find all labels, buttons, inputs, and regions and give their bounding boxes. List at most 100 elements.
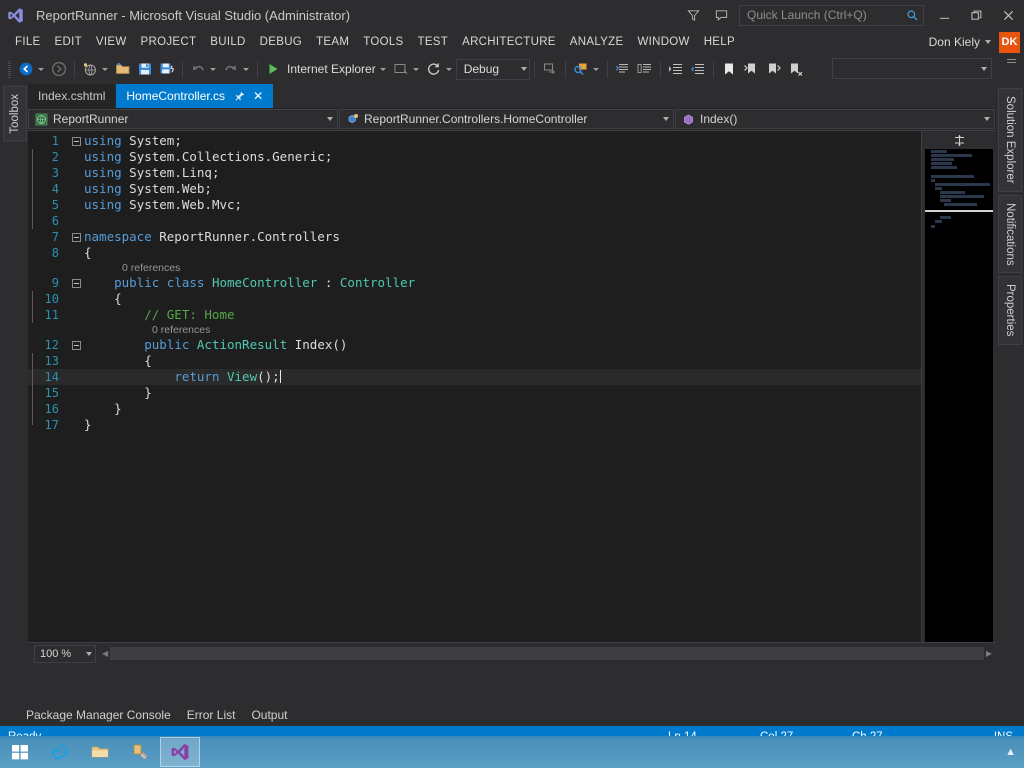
navbar-type-combo[interactable]: ReportRunner.Controllers.HomeController xyxy=(339,109,674,129)
menu-view[interactable]: VIEW xyxy=(89,33,134,51)
code-line[interactable]: 11 // GET: Home xyxy=(28,307,921,323)
restore-button[interactable] xyxy=(960,0,992,30)
fold-collapse-icon[interactable] xyxy=(68,278,84,288)
uncomment-selection-icon[interactable] xyxy=(634,58,656,80)
redo-icon[interactable] xyxy=(220,58,242,80)
menu-debug[interactable]: DEBUG xyxy=(253,33,309,51)
code-line[interactable]: 1 using System; xyxy=(28,133,921,149)
menu-project[interactable]: PROJECT xyxy=(134,33,204,51)
code-line[interactable]: 10 { xyxy=(28,291,921,307)
tab-homecontroller-cs[interactable]: HomeController.cs ✕ xyxy=(116,84,275,108)
quick-launch-input[interactable]: Quick Launch (Ctrl+Q) xyxy=(739,4,924,26)
toolbar-overflow-icon[interactable] xyxy=(1007,59,1016,63)
scroll-track[interactable] xyxy=(110,647,984,660)
comment-selection-icon[interactable] xyxy=(612,58,634,80)
horizontal-scrollbar[interactable]: ◀ ▶ xyxy=(102,647,992,661)
fold-collapse-icon[interactable] xyxy=(68,232,84,242)
previous-bookmark-icon[interactable] xyxy=(740,58,762,80)
tab-output[interactable]: Output xyxy=(251,708,287,722)
save-icon[interactable] xyxy=(134,58,156,80)
close-tab-icon[interactable]: ✕ xyxy=(253,90,263,102)
find-combo[interactable] xyxy=(832,58,992,79)
menu-help[interactable]: HELP xyxy=(697,33,742,51)
code-line[interactable]: 3 using System.Linq; xyxy=(28,165,921,181)
menu-build[interactable]: BUILD xyxy=(203,33,252,51)
code-line[interactable]: 17} xyxy=(28,417,921,433)
split-view-icon[interactable] xyxy=(922,131,996,149)
refresh-linked-browsers-icon[interactable] xyxy=(423,58,445,80)
tab-error-list[interactable]: Error List xyxy=(187,708,236,722)
solution-configuration-combo[interactable]: Debug xyxy=(455,58,530,80)
sidebar-item-solution-explorer[interactable]: Solution Explorer xyxy=(998,88,1022,192)
clear-bookmarks-icon[interactable] xyxy=(784,58,806,80)
toolbar-grip[interactable] xyxy=(8,60,11,78)
tool-icon[interactable] xyxy=(120,737,160,767)
find-chevron-down-icon[interactable] xyxy=(592,67,599,71)
menu-tools[interactable]: TOOLS xyxy=(356,33,410,51)
start-target-label[interactable]: Internet Explorer xyxy=(284,62,379,76)
fold-collapse-icon[interactable] xyxy=(68,340,84,350)
send-a-smile-icon[interactable] xyxy=(707,3,735,27)
code-line[interactable]: 5 using System.Web.Mvc; xyxy=(28,197,921,213)
code-line[interactable]: 14 return View(); xyxy=(28,369,921,385)
code-line[interactable]: 8{ xyxy=(28,245,921,261)
account-area[interactable]: Don Kiely DK xyxy=(929,30,1020,54)
attach-to-process-icon[interactable] xyxy=(539,58,561,80)
sidebar-item-properties[interactable]: Properties xyxy=(998,276,1022,345)
code-lines[interactable]: 1 using System; 2 using System.Collections.… xyxy=(28,131,921,433)
scroll-left-icon[interactable]: ◀ xyxy=(102,649,108,658)
fold-collapse-icon[interactable] xyxy=(68,136,84,146)
new-project-chevron-down-icon[interactable] xyxy=(102,67,108,71)
minimap-body[interactable] xyxy=(925,149,993,661)
increase-indent-icon[interactable] xyxy=(665,58,687,80)
undo-chevron-down-icon[interactable] xyxy=(210,67,216,71)
code-editor[interactable]: 1 using System; 2 using System.Collections.… xyxy=(28,131,996,664)
tab-package-manager-console[interactable]: Package Manager Console xyxy=(26,708,171,722)
scroll-right-icon[interactable]: ▶ xyxy=(986,649,992,658)
menu-architecture[interactable]: ARCHITECTURE xyxy=(455,33,563,51)
sidebar-item-toolbox[interactable]: Toolbox xyxy=(3,86,27,142)
menu-file[interactable]: FILE xyxy=(8,33,48,51)
navigate-back-chevron-down-icon[interactable] xyxy=(38,67,44,71)
code-line[interactable]: 2 using System.Collections.Generic; xyxy=(28,149,921,165)
internet-explorer-icon[interactable] xyxy=(40,737,80,767)
start-button[interactable] xyxy=(0,737,40,767)
browser-link-icon[interactable] xyxy=(390,58,412,80)
start-target-chevron-down-icon[interactable] xyxy=(379,67,386,71)
navigate-forward-icon[interactable] xyxy=(48,58,70,80)
avatar[interactable]: DK xyxy=(999,31,1020,53)
minimize-button[interactable] xyxy=(928,0,960,30)
navbar-member-combo[interactable]: Index() xyxy=(675,109,995,129)
sidebar-item-notifications[interactable]: Notifications xyxy=(998,194,1022,274)
code-line[interactable]: 6 xyxy=(28,213,921,229)
code-line[interactable]: 9 public class HomeController : Controll… xyxy=(28,275,921,291)
codelens-references[interactable]: 0 references xyxy=(28,323,921,337)
new-web-project-icon[interactable] xyxy=(79,58,101,80)
menu-window[interactable]: WINDOW xyxy=(630,33,696,51)
show-hidden-icons-chevron[interactable]: ▲ xyxy=(1005,746,1016,758)
undo-icon[interactable] xyxy=(187,58,209,80)
zoom-level-combo[interactable]: 100 % xyxy=(34,644,96,663)
menu-analyze[interactable]: ANALYZE xyxy=(563,33,631,51)
pin-icon[interactable] xyxy=(234,91,245,102)
refresh-chevron-down-icon[interactable] xyxy=(445,67,452,71)
redo-chevron-down-icon[interactable] xyxy=(243,67,249,71)
decrease-indent-icon[interactable] xyxy=(687,58,709,80)
navigate-back-icon[interactable] xyxy=(15,58,37,80)
code-line[interactable]: 4 using System.Web; xyxy=(28,181,921,197)
code-scroll-region[interactable]: 1 using System; 2 using System.Collections.… xyxy=(28,131,921,664)
menu-test[interactable]: TEST xyxy=(411,33,456,51)
code-line[interactable]: 13 { xyxy=(28,353,921,369)
tab-index-cshtml[interactable]: Index.cshtml xyxy=(28,84,117,108)
visual-studio-icon[interactable] xyxy=(160,737,200,767)
code-minimap[interactable] xyxy=(921,131,996,664)
menu-team[interactable]: TEAM xyxy=(309,33,356,51)
feedback-funnel-icon[interactable] xyxy=(679,3,707,27)
code-line[interactable]: 7 namespace ReportRunner.Controllers xyxy=(28,229,921,245)
codelens-references[interactable]: 0 references xyxy=(28,261,921,275)
save-all-icon[interactable] xyxy=(156,58,178,80)
start-debug-play-icon[interactable] xyxy=(262,58,284,80)
file-explorer-icon[interactable] xyxy=(80,737,120,767)
code-line[interactable]: 12 public ActionResult Index() xyxy=(28,337,921,353)
navbar-project-combo[interactable]: ReportRunner xyxy=(28,109,338,129)
